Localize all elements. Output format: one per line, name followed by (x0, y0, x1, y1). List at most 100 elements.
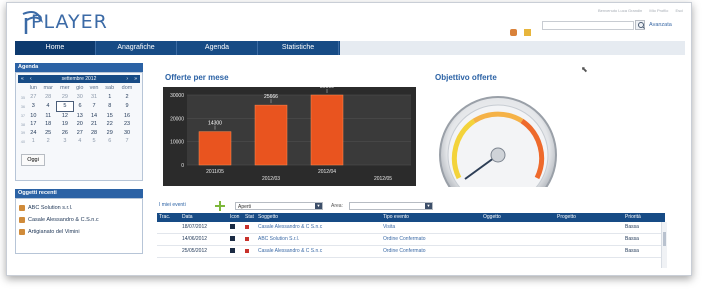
area-select[interactable]: ▼ (349, 202, 433, 210)
calendar-day[interactable]: 6 (102, 137, 118, 146)
top-icons (510, 23, 534, 41)
calendar-day[interactable]: 4 (40, 102, 57, 112)
recent-label: Artigianato del Vimini (28, 229, 80, 235)
calendar-day[interactable]: 24 (27, 129, 40, 138)
calendar-day[interactable]: 16 (118, 111, 137, 120)
calendar-day[interactable]: 27 (73, 129, 86, 138)
calendar-day[interactable]: 5 (56, 101, 74, 112)
cell-tipo[interactable]: Visita (381, 222, 481, 233)
calendar-day[interactable]: 21 (86, 120, 102, 129)
next-year-button[interactable]: » (134, 75, 137, 83)
calendar-day[interactable]: 17 (27, 120, 40, 129)
calendar-day[interactable]: 30 (118, 129, 137, 138)
users-icon[interactable] (510, 29, 517, 36)
logout-link[interactable]: Esci (675, 8, 683, 13)
table-row[interactable]: 14/06/2012 ABC Solution S.r.l. Ordine Co… (157, 234, 665, 246)
calendar-day[interactable]: 30 (73, 93, 86, 102)
person-icon (230, 236, 235, 242)
calendar-day[interactable]: 29 (57, 93, 74, 102)
calendar-day[interactable]: 5 (86, 137, 102, 146)
calendar-day[interactable]: 4 (73, 137, 86, 146)
col-data[interactable]: Data (180, 213, 228, 222)
calendar-day[interactable]: 1 (102, 93, 118, 102)
cell-soggetto[interactable]: Casale Alessandro & C S.n.c (256, 222, 381, 233)
list-item[interactable]: Artigianato del Vimini (16, 226, 142, 238)
calendar-day[interactable]: 23 (118, 120, 137, 129)
calendar-day[interactable]: 11 (40, 111, 57, 120)
calendar-day[interactable]: 8 (102, 102, 118, 112)
list-item[interactable]: Casale Alessandro & C.S.n.c (16, 214, 142, 226)
col-progetto[interactable]: Progetto (555, 213, 623, 222)
calendar-day[interactable]: 9 (118, 102, 137, 112)
cell-icon (228, 222, 243, 233)
col-soggetto[interactable]: Soggetto (256, 213, 381, 222)
col-trac[interactable]: Trac. (157, 213, 180, 222)
advanced-search-link[interactable]: Avanzata (649, 22, 672, 28)
calendar-day[interactable]: 28 (40, 93, 57, 102)
next-month-button[interactable]: › (126, 75, 128, 83)
cell-priorita: Bassa (625, 236, 639, 242)
list-item[interactable]: ABC Solution s.r.l. (16, 202, 142, 214)
welcome-link[interactable]: Benvenuto Luca Grandin (598, 8, 642, 13)
calendar-day[interactable]: 19 (57, 120, 74, 129)
calendar-day[interactable]: 3 (57, 137, 74, 146)
main-nav: Home Anagrafiche Agenda Statistiche (15, 41, 340, 55)
calendar-day[interactable]: 26 (57, 129, 74, 138)
calendar: « ‹ settembre 2012 › » lun mar mer gio ven sa… (15, 72, 143, 181)
grid-scrollbar[interactable] (661, 222, 667, 268)
calendar-day[interactable]: 3 (27, 102, 40, 112)
cell-tipo[interactable]: Ordine Confermato (381, 246, 481, 257)
calendar-day[interactable]: 18 (40, 120, 57, 129)
calendar-day[interactable]: 2 (118, 93, 137, 102)
calendar-day[interactable]: 2 (40, 137, 57, 146)
search-icon[interactable] (635, 20, 645, 30)
calendar-day[interactable]: 22 (102, 120, 118, 129)
search-input[interactable] (542, 21, 634, 30)
tab-statistiche[interactable]: Statistiche (258, 41, 339, 55)
table-row[interactable]: 25/05/2012 Casale Alessandro & C S.n.c O… (157, 246, 665, 258)
tab-home[interactable]: Home (15, 41, 96, 55)
y-tick-label: 0 (181, 163, 184, 169)
col-oggetto[interactable]: Oggetto (481, 213, 555, 222)
today-button[interactable]: Oggi (21, 153, 45, 166)
calendar-day[interactable]: 10 (27, 111, 40, 120)
calendar-day[interactable]: 15 (102, 111, 118, 120)
tab-anagrafiche[interactable]: Anagrafiche (96, 41, 177, 55)
calendar-day[interactable]: 1 (27, 137, 40, 146)
calendar-day[interactable]: 25 (40, 129, 57, 138)
cell-data: 25/05/2012 (182, 248, 208, 254)
col-priorita[interactable]: Priorità (623, 213, 665, 222)
tab-agenda[interactable]: Agenda (177, 41, 258, 55)
weekday-label: mar (43, 85, 53, 92)
col-tipo-evento[interactable]: Tipo evento (381, 213, 481, 222)
prev-month-button[interactable]: ‹ (30, 75, 32, 83)
calendar-day[interactable]: 12 (57, 111, 74, 120)
cell-trac (157, 234, 180, 245)
cell-soggetto[interactable]: ABC Solution S.r.l. (256, 234, 381, 245)
calendar-day[interactable]: 29 (102, 129, 118, 138)
cell-data: 18/07/2012 (182, 224, 208, 230)
calendar-day[interactable]: 14 (86, 111, 102, 120)
col-icon[interactable]: Icon (228, 213, 243, 222)
calendar-day[interactable]: 6 (73, 102, 86, 112)
add-icon[interactable] (215, 201, 225, 211)
prev-year-button[interactable]: « (21, 75, 24, 83)
calendar-day[interactable]: 7 (118, 137, 137, 146)
cell-trac (157, 246, 180, 257)
chart-title: Offerte per mese (165, 73, 229, 82)
calendar-day[interactable]: 7 (86, 102, 102, 112)
calendar-day[interactable]: 28 (86, 129, 102, 138)
calendar-day[interactable]: 20 (73, 120, 86, 129)
status-select[interactable]: Aperti ▼ (235, 202, 323, 210)
calendar-day[interactable]: 27 (27, 93, 40, 102)
col-stat[interactable]: Stat (243, 213, 256, 222)
cell-soggetto[interactable]: Casale Alessandro & C S.n.c (256, 246, 381, 257)
recent-label: ABC Solution s.r.l. (28, 205, 73, 211)
calendar-day[interactable]: 13 (73, 111, 86, 120)
y-tick-label: 20000 (170, 116, 184, 122)
table-row[interactable]: 18/07/2012 Casale Alessandro & C S.n.c V… (157, 222, 665, 234)
profile-link[interactable]: Mio Profilo (649, 8, 668, 13)
notes-icon[interactable] (524, 29, 532, 36)
calendar-day[interactable]: 31 (86, 93, 102, 102)
cell-tipo[interactable]: Ordine Confermato (381, 234, 481, 245)
